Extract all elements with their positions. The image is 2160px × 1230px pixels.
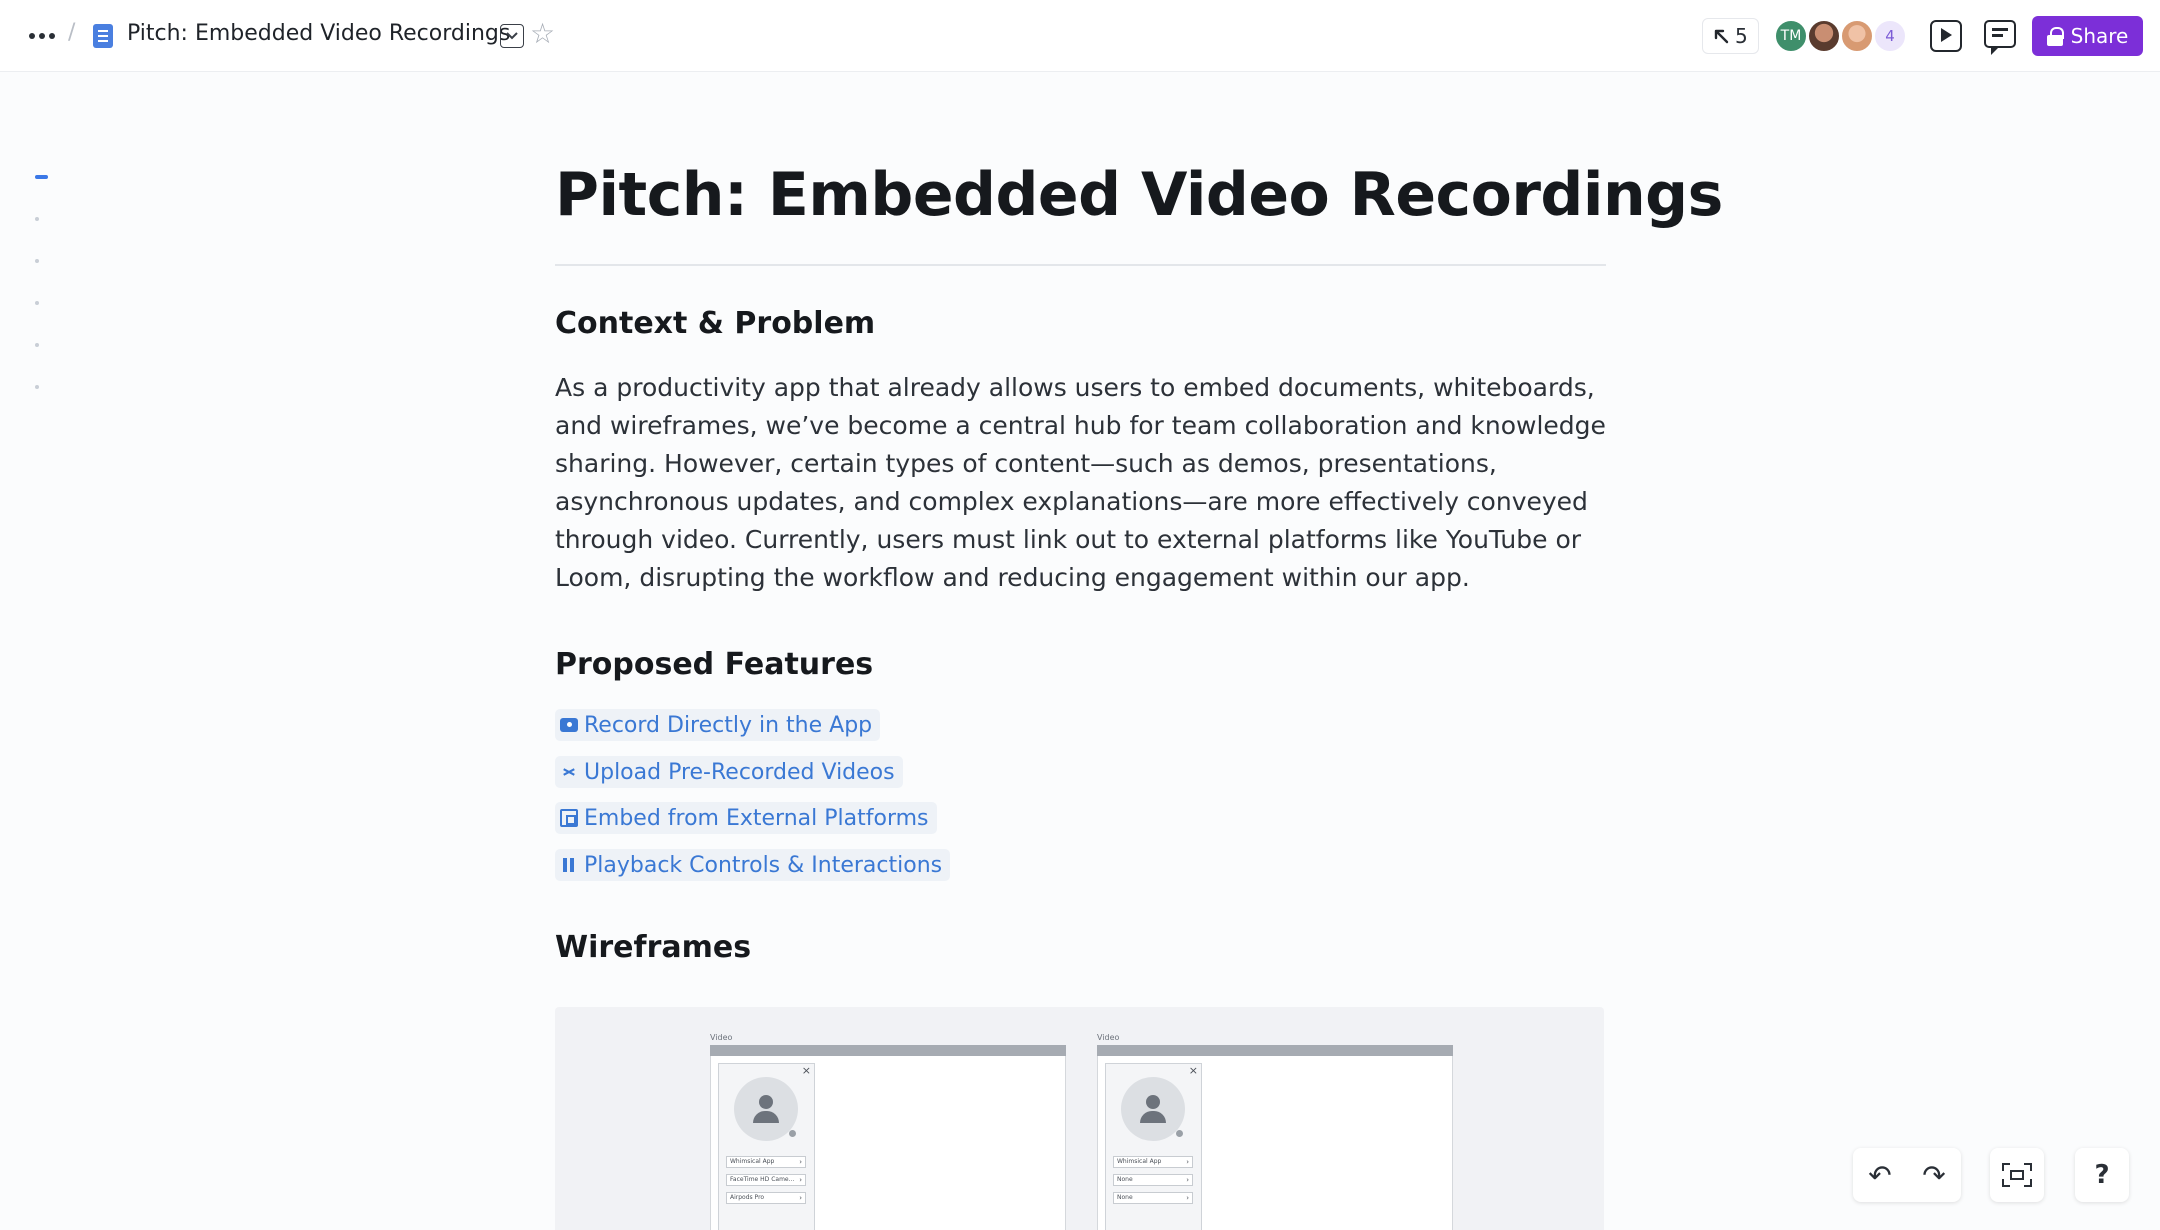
avatar[interactable]: TM bbox=[1774, 19, 1808, 53]
arrow-up-left-icon bbox=[1714, 29, 1729, 44]
wireframe-toolbar bbox=[710, 1045, 1066, 1056]
fit-screen-icon bbox=[2002, 1163, 2032, 1187]
source-select: Whimsical App bbox=[1113, 1156, 1193, 1168]
video-settings-panel: × Whimsical App FaceTime HD Came... Airp… bbox=[718, 1063, 815, 1230]
feature-link-label: Record Directly in the App bbox=[584, 712, 873, 738]
embed-icon bbox=[560, 809, 578, 827]
share-upload-icon bbox=[560, 763, 578, 781]
avatar[interactable] bbox=[1840, 19, 1874, 53]
status-dot bbox=[789, 1130, 796, 1137]
wireframe-frame[interactable]: Video × Whimsical App None None ⁘ ⠿ ⋯ bbox=[1097, 1033, 1453, 1230]
comments-icon[interactable] bbox=[1984, 20, 2016, 55]
top-bar: / Pitch: Embedded Video Recordings ☆ 5 T… bbox=[0, 0, 2160, 72]
star-icon[interactable]: ☆ bbox=[530, 20, 555, 48]
pause-icon bbox=[560, 856, 578, 874]
wireframe-label: Video bbox=[1097, 1033, 1120, 1042]
wireframe-frame[interactable]: Video × Whimsical App FaceTime HD Came..… bbox=[710, 1033, 1066, 1230]
wireframe-canvas: × Whimsical App None None ⁘ ⠿ ⋯ bbox=[1097, 1056, 1453, 1230]
document-title[interactable]: Pitch: Embedded Video Recordings bbox=[127, 21, 510, 46]
outline-item-wireframes[interactable] bbox=[35, 301, 39, 305]
follow-cursors-button[interactable]: 5 bbox=[1702, 18, 1759, 54]
microphone-select: Airpods Pro bbox=[726, 1192, 806, 1204]
video-record-icon bbox=[560, 718, 578, 732]
wireframe-embed[interactable]: Video × Whimsical App FaceTime HD Came..… bbox=[555, 1007, 1604, 1230]
close-icon: × bbox=[1188, 1064, 1198, 1077]
feature-link-record[interactable]: Record Directly in the App bbox=[555, 709, 881, 741]
lock-icon bbox=[2046, 27, 2064, 46]
source-select: Whimsical App bbox=[726, 1156, 806, 1168]
cursor-count-value: 5 bbox=[1735, 24, 1748, 48]
history-controls: ↶ ↷ bbox=[1853, 1148, 1961, 1202]
feature-link-label: Playback Controls & Interactions bbox=[584, 852, 943, 878]
feature-link-embed[interactable]: Embed from External Platforms bbox=[555, 802, 937, 834]
heading-wireframes[interactable]: Wireframes bbox=[555, 930, 751, 965]
camera-select: FaceTime HD Came... bbox=[726, 1174, 806, 1186]
feature-link-label: Upload Pre-Recorded Videos bbox=[584, 759, 895, 785]
heading-proposed-features[interactable]: Proposed Features bbox=[555, 647, 873, 682]
feature-link-label: Embed from External Platforms bbox=[584, 805, 929, 831]
present-play-icon[interactable] bbox=[1930, 20, 1962, 52]
page-title[interactable]: Pitch: Embedded Video Recordings bbox=[555, 160, 1723, 230]
outline-item-title[interactable] bbox=[35, 175, 48, 179]
help-button[interactable]: ? bbox=[2075, 1148, 2129, 1202]
undo-icon[interactable]: ↶ bbox=[1853, 1148, 1907, 1202]
fit-to-screen-button[interactable] bbox=[1990, 1148, 2044, 1202]
title-divider bbox=[555, 264, 1606, 266]
heading-context[interactable]: Context & Problem bbox=[555, 306, 875, 341]
context-paragraph[interactable]: As a productivity app that already allow… bbox=[555, 369, 1615, 597]
share-label: Share bbox=[2070, 24, 2129, 48]
outline-item[interactable] bbox=[35, 343, 39, 347]
video-settings-panel: × Whimsical App None None ⁘ ⠿ ⋯ bbox=[1105, 1063, 1202, 1230]
wireframe-label: Video bbox=[710, 1033, 733, 1042]
chevron-down-icon[interactable] bbox=[500, 24, 524, 48]
close-icon: × bbox=[801, 1064, 811, 1077]
outline-item-context[interactable] bbox=[35, 217, 39, 221]
feature-link-upload[interactable]: Upload Pre-Recorded Videos bbox=[555, 756, 903, 788]
status-dot bbox=[1176, 1130, 1183, 1137]
more-collaborators-badge[interactable]: 4 bbox=[1873, 19, 1907, 53]
redo-icon[interactable]: ↷ bbox=[1907, 1148, 1961, 1202]
breadcrumb-separator: / bbox=[68, 20, 76, 45]
microphone-select: None bbox=[1113, 1192, 1193, 1204]
avatar[interactable] bbox=[1807, 19, 1841, 53]
more-options-button[interactable] bbox=[26, 22, 58, 50]
outline-item[interactable] bbox=[35, 385, 39, 389]
feature-link-playback[interactable]: Playback Controls & Interactions bbox=[555, 849, 951, 881]
camera-select: None bbox=[1113, 1174, 1193, 1186]
wireframe-canvas: × Whimsical App FaceTime HD Came... Airp… bbox=[710, 1056, 1066, 1230]
outline-item-features[interactable] bbox=[35, 259, 39, 263]
share-button[interactable]: Share bbox=[2032, 16, 2143, 56]
wireframe-toolbar bbox=[1097, 1045, 1453, 1056]
document-icon bbox=[93, 24, 113, 48]
